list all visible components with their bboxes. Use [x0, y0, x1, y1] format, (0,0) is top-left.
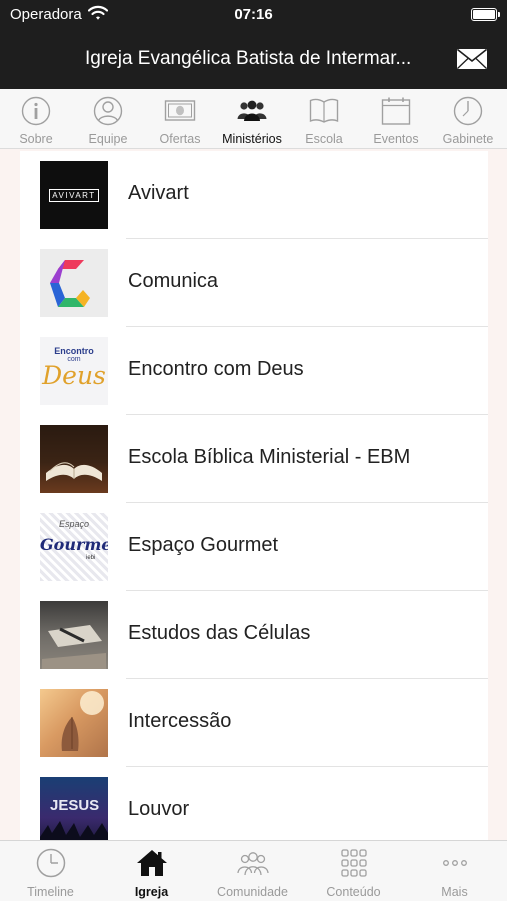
- page-title: Igreja Evangélica Batista de Intermar...: [85, 48, 412, 69]
- tab-mais[interactable]: Mais: [404, 841, 505, 901]
- tab-timeline[interactable]: Timeline: [0, 841, 101, 901]
- list-item-estudos-celulas[interactable]: Estudos das Células: [20, 591, 488, 679]
- book-icon: [309, 98, 339, 123]
- clock-icon: [453, 96, 483, 126]
- tab-label: Conteúdo: [326, 885, 381, 899]
- worship-crowd-image: [40, 821, 108, 841]
- info-icon: [21, 96, 51, 126]
- list-item-avivart[interactable]: AVIVART Avivart: [20, 151, 488, 239]
- louvor-thumbnail: JESUS: [40, 777, 108, 841]
- tab-label: Comunidade: [217, 885, 288, 899]
- gourmet-iebi-text: iebi: [86, 555, 96, 561]
- tab-eventos[interactable]: Eventos: [360, 89, 432, 148]
- list-item-intercessao[interactable]: Intercessão: [20, 679, 488, 767]
- ministry-name: Comunica: [128, 270, 219, 292]
- list-item-louvor[interactable]: JESUS Louvor: [20, 767, 488, 841]
- gourmet-text: Gourmet: [40, 535, 108, 554]
- bottom-tab-bar: Timeline Igreja Comunidade Conteúdo Mais: [0, 840, 507, 901]
- ministry-name: Louvor: [128, 798, 190, 820]
- tab-label: Mais: [441, 885, 468, 899]
- writing-hand-image: [42, 625, 106, 669]
- ministry-name: Estudos das Células: [128, 622, 311, 644]
- avivart-logo-text: AVIVART: [49, 189, 99, 202]
- clock-time: 07:16: [234, 6, 273, 23]
- tab-label: Ofertas: [159, 132, 201, 146]
- encontro-thumbnail: Encontro com Deus: [40, 337, 108, 405]
- open-book-image: [46, 462, 102, 481]
- tab-label: Escola: [305, 132, 343, 146]
- tab-equipe[interactable]: Equipe: [72, 89, 144, 148]
- encontro-deus-text: Deus: [42, 361, 106, 390]
- tab-sobre[interactable]: Sobre: [0, 89, 72, 148]
- ministry-name: Espaço Gourmet: [128, 534, 279, 556]
- encontro-text: Encontro: [54, 346, 94, 356]
- more-icon: [443, 860, 467, 866]
- people-icon: [237, 852, 269, 876]
- comunica-thumbnail: [40, 249, 108, 317]
- estudos-thumbnail: [40, 601, 108, 669]
- tab-label: Eventos: [373, 132, 419, 146]
- clock-icon: [36, 848, 66, 878]
- ministry-name: Escola Bíblica Ministerial - EBM: [128, 446, 411, 468]
- tab-comunidade[interactable]: Comunidade: [202, 841, 303, 901]
- money-icon: [164, 100, 196, 121]
- home-icon: [137, 850, 167, 876]
- ebm-thumbnail: [40, 425, 108, 493]
- list-item-comunica[interactable]: Comunica: [20, 239, 488, 327]
- calendar-icon: [381, 97, 411, 125]
- avivart-thumbnail: AVIVART: [40, 161, 108, 229]
- tab-ofertas[interactable]: Ofertas: [144, 89, 216, 148]
- tab-gabinete[interactable]: Gabinete: [432, 89, 504, 148]
- gourmet-thumbnail: Espaço Gourmet iebi: [40, 513, 108, 581]
- tab-escola[interactable]: Escola: [288, 89, 360, 148]
- tab-label: Equipe: [88, 132, 128, 146]
- battery-icon: [471, 8, 500, 21]
- gourmet-espaco-text: Espaço: [58, 519, 90, 529]
- tab-label: Gabinete: [442, 132, 494, 146]
- list-item-ebm[interactable]: Escola Bíblica Ministerial - EBM: [20, 415, 488, 503]
- tab-label: Igreja: [134, 885, 169, 899]
- list-item-espaco-gourmet[interactable]: Espaço Gourmet iebi Espaço Gourmet: [20, 503, 488, 591]
- comunica-logo: [50, 260, 90, 307]
- person-icon: [93, 96, 123, 126]
- grid-icon: [341, 849, 367, 877]
- tab-label: Timeline: [27, 885, 74, 899]
- ministry-name: Avivart: [128, 182, 189, 204]
- tab-conteudo[interactable]: Conteúdo: [303, 841, 404, 901]
- ministry-name: Encontro com Deus: [128, 358, 304, 380]
- navigation-bar: Igreja Evangélica Batista de Intermar...: [0, 30, 507, 89]
- praying-hands-image: [61, 691, 104, 751]
- ministry-name: Intercessão: [128, 710, 232, 732]
- ministries-list: AVIVART Avivart Comunica Encontro com De…: [20, 151, 488, 841]
- list-item-encontro-com-deus[interactable]: Encontro com Deus Encontro com Deus: [20, 327, 488, 415]
- tab-ministerios[interactable]: Ministérios: [216, 89, 288, 148]
- status-bar: Operadora 07:16: [0, 0, 507, 30]
- intercessao-thumbnail: [40, 689, 108, 757]
- group-icon: [237, 100, 267, 121]
- envelope-icon[interactable]: [456, 47, 488, 71]
- section-tabs: Sobre Equipe Ofertas Ministérios Escola …: [0, 89, 507, 149]
- tab-label: Ministérios: [222, 132, 282, 146]
- tab-igreja[interactable]: Igreja: [101, 841, 202, 901]
- tab-label: Sobre: [19, 132, 53, 146]
